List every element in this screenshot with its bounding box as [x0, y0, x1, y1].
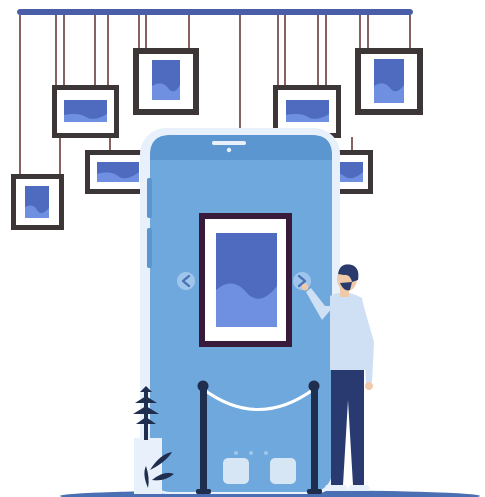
shoe	[348, 485, 370, 491]
phone-side-button	[147, 228, 152, 268]
hanging-frame	[11, 174, 64, 230]
hanging-frame	[355, 48, 423, 115]
pants	[331, 364, 364, 485]
screen-artwork	[199, 213, 292, 347]
phone-speaker	[212, 141, 246, 145]
gallery-illustration	[0, 0, 485, 497]
hanging-frame	[133, 48, 199, 115]
phone-bottom-button[interactable]	[270, 458, 296, 484]
phone-bottom-button[interactable]	[223, 458, 249, 484]
phone-side-button	[147, 178, 152, 218]
hanging-frame	[52, 85, 119, 138]
scene-svg	[11, 9, 480, 497]
hanging-frame	[85, 150, 147, 194]
phone	[140, 128, 340, 494]
phone-camera	[226, 147, 232, 153]
hanging-rail	[17, 9, 413, 15]
shoe	[324, 485, 348, 491]
carousel-prev-button[interactable]	[177, 272, 195, 290]
